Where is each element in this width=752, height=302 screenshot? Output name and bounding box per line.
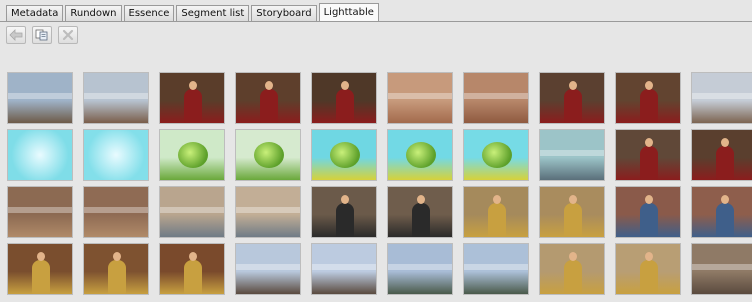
scene-band — [540, 150, 604, 156]
scene-band — [692, 264, 752, 270]
thumbnail-globe-cyan[interactable] — [311, 129, 377, 181]
tab-storyboard[interactable]: Storyboard — [251, 5, 317, 21]
globe-graphic — [178, 142, 208, 168]
scene-band — [8, 207, 72, 213]
thumbnail-piano[interactable] — [387, 186, 453, 238]
performer-figure — [260, 81, 278, 123]
performer-figure — [640, 138, 658, 180]
thumbnail-globe[interactable] — [235, 129, 301, 181]
thumbnail-singer-red[interactable] — [615, 72, 681, 124]
scene-band — [84, 207, 148, 213]
thumbnail-globe-cyan[interactable] — [387, 129, 453, 181]
performer-figure — [32, 252, 50, 294]
thumbnail-cyan-burst[interactable] — [7, 129, 73, 181]
performer-figure — [336, 81, 354, 123]
thumbnail-crowd-hands[interactable] — [463, 72, 529, 124]
thumbnail-crowd-hands[interactable] — [387, 72, 453, 124]
toolbar — [6, 26, 78, 44]
thumbnail-globe[interactable] — [159, 129, 225, 181]
performer-figure — [640, 195, 658, 237]
scene-band — [236, 207, 300, 213]
globe-graphic — [254, 142, 284, 168]
tab-lighttable[interactable]: Lighttable — [318, 3, 379, 21]
performer-figure — [716, 195, 734, 237]
thumbnail-field-sky[interactable] — [387, 243, 453, 295]
tab-rundown[interactable]: Rundown — [65, 5, 122, 21]
scene-band — [464, 93, 528, 99]
thumbnail-singer-gold[interactable] — [615, 243, 681, 295]
thumbnail-singer-red[interactable] — [615, 129, 681, 181]
thumbnail-street[interactable] — [235, 186, 301, 238]
thumbnail-crowd-wide[interactable] — [691, 243, 752, 295]
tab-essence[interactable]: Essence — [123, 5, 175, 21]
performer-figure — [488, 195, 506, 237]
performer-figure — [564, 195, 582, 237]
thumbnail-singer-red[interactable] — [311, 72, 377, 124]
back-icon — [9, 29, 23, 41]
thumbnail-stage-wide[interactable] — [539, 129, 605, 181]
thumbnail-piano[interactable] — [311, 186, 377, 238]
performer-figure — [336, 195, 354, 237]
thumbnail-singer-gold[interactable] — [7, 243, 73, 295]
scene-band — [692, 93, 752, 99]
thumbnail-singer-red[interactable] — [235, 72, 301, 124]
performer-figure — [564, 81, 582, 123]
tab-bar: Metadata Rundown Essence Segment list Storyb… — [6, 3, 381, 21]
copy-icon — [35, 29, 48, 41]
thumbnail-crowd-wide[interactable] — [691, 72, 752, 124]
tab-segment-list[interactable]: Segment list — [176, 5, 250, 21]
performer-figure — [412, 195, 430, 237]
scene-band — [312, 264, 376, 270]
scene-band — [464, 264, 528, 270]
thumbnail-singer-red[interactable] — [691, 129, 752, 181]
thumbnail-street[interactable] — [159, 186, 225, 238]
thumbnail-singer-gold[interactable] — [539, 243, 605, 295]
thumbnail-field-sky[interactable] — [463, 243, 529, 295]
thumbnail-crowd-close[interactable] — [7, 186, 73, 238]
thumbnail-globe-cyan[interactable] — [463, 129, 529, 181]
performer-figure — [184, 81, 202, 123]
thumbnail-guitar[interactable] — [691, 186, 752, 238]
globe-graphic — [406, 142, 436, 168]
thumbnail-crowd-close[interactable] — [83, 186, 149, 238]
thumbnail-cyan-burst[interactable] — [83, 129, 149, 181]
delete-icon — [62, 29, 74, 41]
thumbnail-singer-red[interactable] — [159, 72, 225, 124]
scene-band — [8, 93, 72, 99]
tab-metadata[interactable]: Metadata — [6, 5, 64, 21]
tab-divider — [0, 21, 752, 22]
scene-band — [236, 264, 300, 270]
globe-graphic — [482, 142, 512, 168]
thumbnail-crowd-wide[interactable] — [7, 72, 73, 124]
performer-figure — [640, 252, 658, 294]
lighttable-grid — [7, 72, 752, 295]
thumbnail-singer-gold[interactable] — [159, 243, 225, 295]
delete-button[interactable] — [58, 26, 78, 44]
thumbnail-guitar[interactable] — [615, 186, 681, 238]
scene-band — [84, 93, 148, 99]
thumbnail-crowd-sky[interactable] — [311, 243, 377, 295]
thumbnail-crowd-sky[interactable] — [235, 243, 301, 295]
thumbnail-singer-gold[interactable] — [463, 186, 529, 238]
performer-figure — [108, 252, 126, 294]
copy-button[interactable] — [32, 26, 52, 44]
performer-figure — [716, 138, 734, 180]
performer-figure — [640, 81, 658, 123]
thumbnail-crowd-wide[interactable] — [83, 72, 149, 124]
back-button[interactable] — [6, 26, 26, 44]
scene-band — [388, 93, 452, 99]
thumbnail-singer-gold[interactable] — [539, 186, 605, 238]
thumbnail-singer-gold[interactable] — [83, 243, 149, 295]
performer-figure — [564, 252, 582, 294]
performer-figure — [184, 252, 202, 294]
scene-band — [388, 264, 452, 270]
globe-graphic — [330, 142, 360, 168]
thumbnail-singer-red[interactable] — [539, 72, 605, 124]
scene-band — [160, 207, 224, 213]
